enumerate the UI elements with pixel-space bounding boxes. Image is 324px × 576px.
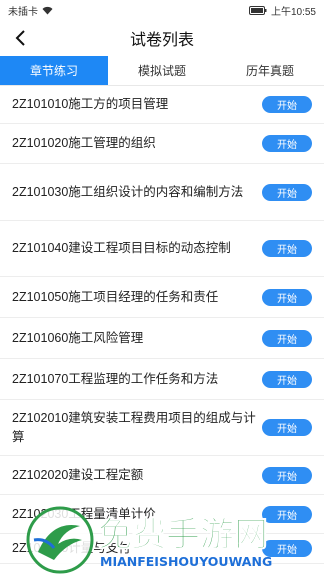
list-item-title: 2Z101010施工方的项目管理 bbox=[12, 97, 169, 111]
status-left: 未插卡 bbox=[8, 3, 53, 18]
list-item-title: 2Z102040计量与支付 bbox=[12, 541, 131, 555]
start-button[interactable]: 开始 bbox=[262, 370, 312, 388]
back-button[interactable] bbox=[6, 24, 34, 52]
tab-chapter-practice[interactable]: 章节练习 bbox=[0, 56, 108, 85]
list-item-title: 2Z101030施工组织设计的内容和编制方法 bbox=[12, 184, 244, 199]
list-item[interactable]: 2Z101040建设工程项目目标的动态控制 开始 bbox=[0, 221, 324, 277]
list-item-title: 2Z101040建设工程项目目标的动态控制 bbox=[12, 241, 231, 255]
list-item[interactable]: 2Z101060施工风险管理 开始 bbox=[0, 318, 324, 359]
start-button[interactable]: 开始 bbox=[262, 240, 312, 257]
list-item-title: 2Z102030工程量清单计价 bbox=[12, 506, 156, 521]
start-button[interactable]: 开始 bbox=[262, 183, 312, 201]
list-item[interactable]: 2Z102030工程量清单计价 开始 bbox=[0, 495, 324, 534]
list-item[interactable]: 2Z102040计量与支付 开始 bbox=[0, 534, 324, 564]
start-button[interactable]: 开始 bbox=[262, 419, 312, 436]
list-item-title: 2Z101060施工风险管理 bbox=[12, 330, 144, 345]
list-item[interactable]: 2Z101030施工组织设计的内容和编制方法 开始 bbox=[0, 164, 324, 221]
list-item[interactable]: 2Z102020建设工程定额 开始 bbox=[0, 456, 324, 495]
list-item-title: 2Z102020建设工程定额 bbox=[12, 467, 144, 482]
list-item[interactable]: 2Z101020施工管理的组织 开始 bbox=[0, 124, 324, 164]
exam-list: 2Z101010施工方的项目管理 开始 2Z101020施工管理的组织 开始 2… bbox=[0, 86, 324, 564]
start-button[interactable]: 开始 bbox=[262, 540, 312, 557]
page-title: 试卷列表 bbox=[129, 32, 194, 49]
start-button[interactable]: 开始 bbox=[262, 288, 312, 306]
start-button[interactable]: 开始 bbox=[262, 466, 312, 484]
list-item[interactable]: 2Z102010建筑安装工程费用项目的组成与计算 开始 bbox=[0, 400, 324, 456]
status-bar: 未插卡 上午10:55 bbox=[0, 0, 324, 20]
wifi-icon bbox=[42, 6, 53, 15]
list-item[interactable]: 2Z101070工程监理的工作任务和方法 开始 bbox=[0, 359, 324, 400]
list-item[interactable]: 2Z101050施工项目经理的任务和责任 开始 bbox=[0, 277, 324, 318]
status-right: 上午10:55 bbox=[248, 3, 316, 18]
list-item-title: 2Z102010建筑安装工程费用项目的组成与计算 bbox=[12, 410, 256, 444]
start-button[interactable]: 开始 bbox=[262, 135, 312, 152]
tab-past-exams[interactable]: 历年真题 bbox=[216, 56, 324, 85]
tab-mock-exam[interactable]: 模拟试题 bbox=[108, 56, 216, 85]
battery-icon bbox=[248, 5, 267, 15]
list-item-title: 2Z101070工程监理的工作任务和方法 bbox=[12, 371, 219, 386]
list-item-title: 2Z101050施工项目经理的任务和责任 bbox=[12, 289, 219, 304]
tab-bar: 章节练习 模拟试题 历年真题 bbox=[0, 56, 324, 86]
start-button[interactable]: 开始 bbox=[262, 505, 312, 523]
title-bar: 试卷列表 bbox=[0, 20, 324, 56]
carrier-text: 未插卡 bbox=[8, 6, 38, 18]
clock-text: 上午10:55 bbox=[270, 6, 316, 18]
start-button[interactable]: 开始 bbox=[262, 96, 312, 113]
start-button[interactable]: 开始 bbox=[262, 329, 312, 347]
list-item[interactable]: 2Z101010施工方的项目管理 开始 bbox=[0, 86, 324, 124]
chevron-left-icon bbox=[15, 30, 25, 46]
list-item-title: 2Z101020施工管理的组织 bbox=[12, 136, 156, 150]
